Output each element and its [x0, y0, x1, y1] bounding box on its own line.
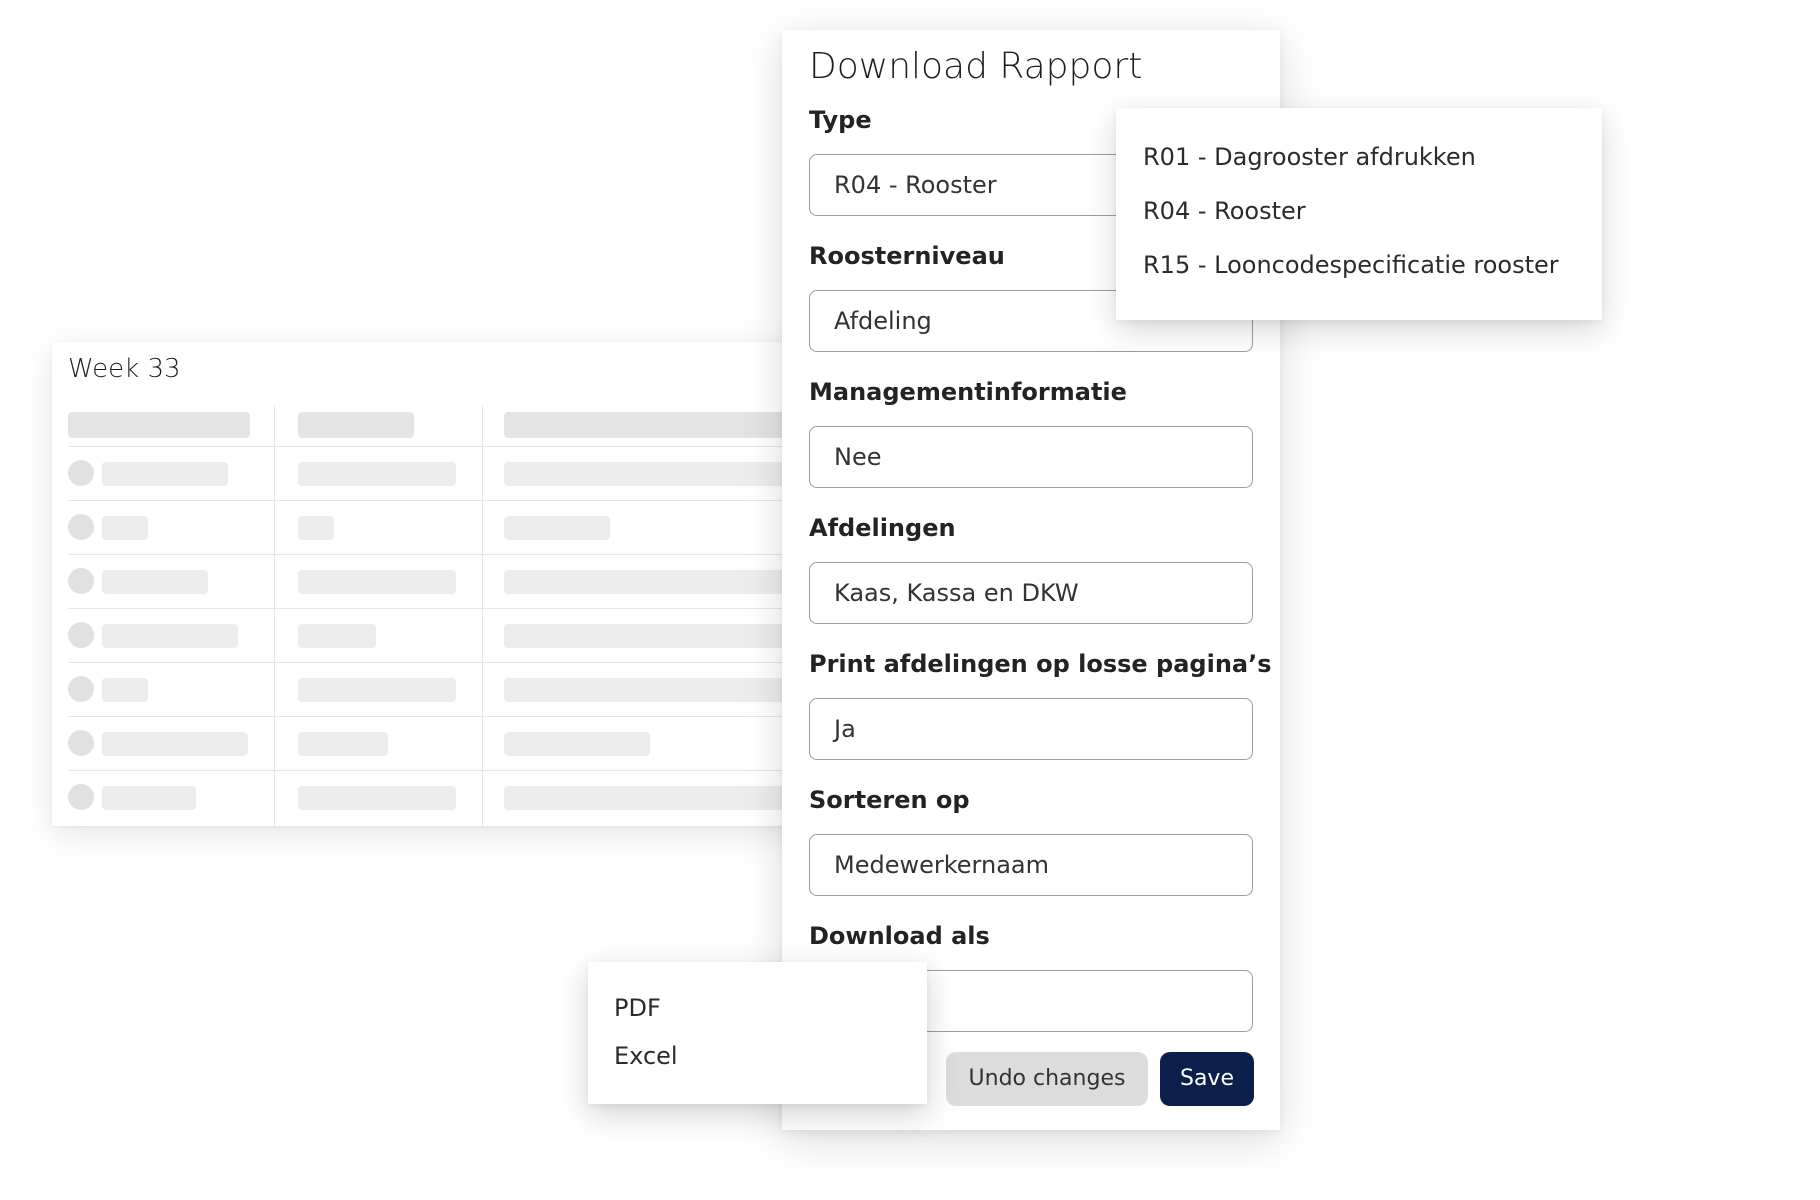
name-placeholder: [102, 732, 248, 756]
cell-placeholder: [298, 462, 456, 486]
type-option-r01[interactable]: R01 - Dagrooster afdrukken: [1143, 143, 1476, 171]
avatar-placeholder: [68, 514, 94, 540]
avatar-placeholder: [68, 784, 94, 810]
departments-label: Afdelingen: [809, 514, 956, 542]
name-placeholder: [102, 786, 196, 810]
table-column-divider: [482, 406, 483, 826]
name-placeholder: [102, 570, 208, 594]
type-label: Type: [809, 106, 872, 134]
cell-placeholder: [504, 462, 812, 486]
table-row-divider: [68, 716, 812, 717]
cell-placeholder: [298, 678, 456, 702]
type-dropdown-menu: R01 - Dagrooster afdrukken R04 - Rooster…: [1116, 108, 1602, 320]
header-placeholder: [298, 412, 414, 438]
management-info-select[interactable]: Nee: [809, 426, 1253, 488]
table-column-divider: [274, 406, 275, 826]
week-table-card: Week 33: [52, 342, 812, 826]
cell-placeholder: [298, 516, 334, 540]
avatar-placeholder: [68, 676, 94, 702]
schedule-level-label: Roosterniveau: [809, 242, 1005, 270]
name-placeholder: [102, 516, 148, 540]
cell-placeholder: [504, 516, 610, 540]
cell-placeholder: [504, 732, 650, 756]
table-row-divider: [68, 500, 812, 501]
print-departments-select[interactable]: Ja: [809, 698, 1253, 760]
save-button[interactable]: Save: [1160, 1052, 1254, 1106]
management-info-label: Managementinformatie: [809, 378, 1127, 406]
format-option-pdf[interactable]: PDF: [614, 994, 661, 1022]
download-format-dropdown-menu: PDF Excel: [588, 962, 927, 1104]
print-departments-label: Print afdelingen op losse pagina’s: [809, 650, 1272, 678]
table-row-divider: [68, 446, 812, 447]
format-option-excel[interactable]: Excel: [614, 1042, 678, 1070]
cell-placeholder: [298, 786, 456, 810]
name-placeholder: [102, 624, 238, 648]
week-title: Week 33: [68, 354, 181, 384]
name-placeholder: [102, 678, 148, 702]
cell-placeholder: [504, 570, 812, 594]
avatar-placeholder: [68, 622, 94, 648]
name-placeholder: [102, 462, 228, 486]
table-row-divider: [68, 554, 812, 555]
cell-placeholder: [504, 678, 812, 702]
dialog-title: Download Rapport: [809, 46, 1143, 87]
cell-placeholder: [504, 624, 812, 648]
avatar-placeholder: [68, 568, 94, 594]
undo-changes-button[interactable]: Undo changes: [946, 1052, 1148, 1106]
table-row-divider: [68, 608, 812, 609]
avatar-placeholder: [68, 730, 94, 756]
header-placeholder: [68, 412, 250, 438]
departments-select[interactable]: Kaas, Kassa en DKW: [809, 562, 1253, 624]
cell-placeholder: [298, 624, 376, 648]
cell-placeholder: [504, 786, 812, 810]
type-option-r15[interactable]: R15 - Looncodespecificatie rooster: [1143, 251, 1559, 279]
type-option-r04[interactable]: R04 - Rooster: [1143, 197, 1306, 225]
sort-by-label: Sorteren op: [809, 786, 970, 814]
cell-placeholder: [298, 570, 456, 594]
table-row-divider: [68, 770, 812, 771]
sort-by-select[interactable]: Medewerkernaam: [809, 834, 1253, 896]
avatar-placeholder: [68, 460, 94, 486]
header-placeholder: [504, 412, 812, 438]
download-as-label: Download als: [809, 922, 990, 950]
table-row-divider: [68, 662, 812, 663]
cell-placeholder: [298, 732, 388, 756]
